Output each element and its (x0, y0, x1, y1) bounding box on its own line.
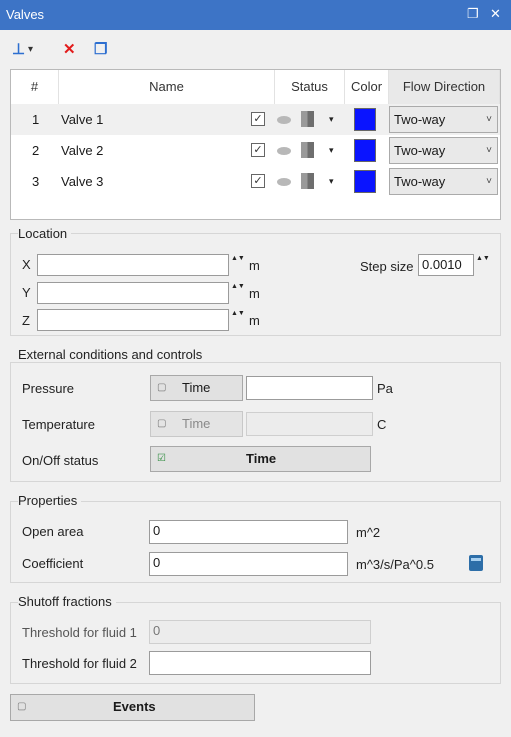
restore-icon[interactable]: ❐ (467, 6, 479, 22)
onoff-time-label: Time (246, 451, 277, 466)
step-size-label: Step size (360, 259, 414, 274)
status-dropdown-icon[interactable]: ▾ (329, 176, 334, 187)
chevron-down-icon: ˅ (486, 176, 492, 187)
valves-table: # Name Status Color Flow Direction 1 Val… (10, 69, 501, 220)
flow-direction-select[interactable]: Two-way ˅ (389, 168, 498, 195)
x-unit: m (249, 258, 260, 273)
status-dropdown-icon[interactable]: ▾ (329, 114, 334, 125)
open-area-label: Open area (22, 524, 84, 539)
table-row[interactable]: 3 Valve 3 ✓ ▾ Two-way ˅ (11, 166, 500, 197)
pressure-input[interactable] (246, 376, 373, 400)
cube-icon[interactable] (301, 111, 314, 127)
eye-icon[interactable] (277, 147, 291, 155)
flow-direction-select[interactable]: Two-way ˅ (389, 106, 498, 133)
copy-icon[interactable]: ❐ (94, 40, 107, 60)
add-dropdown-arrow-icon[interactable]: ▾ (28, 40, 33, 60)
onoff-time-button[interactable]: ☑ Time (150, 446, 371, 472)
pressure-unit: Pa (377, 381, 393, 396)
temperature-unit: C (377, 417, 387, 432)
window-titlebar: Valves ❐ ✕ (0, 0, 511, 30)
x-label: X (22, 257, 31, 272)
eye-icon[interactable] (277, 116, 291, 124)
onoff-status-label: On/Off status (22, 453, 99, 468)
cube-icon[interactable] (301, 142, 314, 158)
temperature-time-label: Time (182, 416, 211, 431)
flow-direction-value: Two-way (394, 112, 446, 127)
flow-direction-value: Two-way (394, 174, 446, 189)
temperature-time-button[interactable]: ▢ Time (150, 411, 243, 437)
z-unit: m (249, 313, 260, 328)
fluid2-label: Threshold for fluid 2 (22, 656, 137, 671)
location-title: Location (18, 226, 72, 241)
chevron-down-icon: ˅ (486, 114, 492, 125)
checkbox-icon: ▢ (17, 701, 27, 712)
z-input[interactable] (37, 309, 229, 331)
open-area-input[interactable]: 0 (149, 520, 348, 544)
y-spin-buttons[interactable]: ▲▼ (231, 282, 245, 304)
x-input[interactable] (37, 254, 229, 276)
flow-direction-select[interactable]: Two-way ˅ (389, 137, 498, 164)
row-index: 2 (32, 143, 40, 158)
visibility-checkbox[interactable]: ✓ (251, 143, 265, 157)
window-title: Valves (6, 7, 45, 22)
table-row[interactable]: 1 Valve 1 ✓ ▾ Two-way ˅ (11, 104, 500, 135)
calculator-icon[interactable] (469, 555, 483, 571)
temperature-input[interactable] (246, 412, 373, 436)
step-size-spin-buttons[interactable]: ▲▼ (476, 254, 490, 276)
coefficient-label: Coefficient (22, 556, 84, 571)
flow-direction-value: Two-way (394, 143, 446, 158)
shutoff-fractions-title: Shutoff fractions (18, 594, 116, 609)
row-name[interactable]: Valve 2 (61, 135, 103, 166)
color-swatch[interactable] (354, 139, 376, 162)
external-conditions-title: External conditions and controls (18, 347, 207, 362)
checkbox-icon: ▢ (157, 382, 167, 393)
step-size-input[interactable]: 0.0010 (418, 254, 474, 276)
events-button[interactable]: ▢ Events (10, 694, 255, 721)
pressure-time-label: Time (182, 380, 211, 395)
status-dropdown-icon[interactable]: ▾ (329, 145, 334, 156)
table-row[interactable]: 2 Valve 2 ✓ ▾ Two-way ˅ (11, 135, 500, 166)
color-swatch[interactable] (354, 108, 376, 131)
visibility-checkbox[interactable]: ✓ (251, 112, 265, 126)
header-color[interactable]: Color (345, 70, 389, 104)
temperature-label: Temperature (22, 417, 95, 432)
pressure-label: Pressure (22, 381, 75, 396)
row-name[interactable]: Valve 1 (61, 104, 103, 135)
z-spin-buttons[interactable]: ▲▼ (231, 309, 245, 331)
header-name[interactable]: Name (59, 70, 275, 104)
visibility-checkbox[interactable]: ✓ (251, 174, 265, 188)
y-label: Y (22, 285, 31, 300)
z-label: Z (22, 313, 30, 328)
events-label: Events (113, 699, 156, 714)
coefficient-unit: m^3/s/Pa^0.5 (356, 557, 434, 572)
add-valve-icon[interactable]: ⊥ (12, 40, 25, 60)
y-unit: m (249, 286, 260, 301)
chevron-down-icon: ˅ (486, 145, 492, 156)
header-status[interactable]: Status (275, 70, 345, 104)
open-area-unit: m^2 (356, 525, 381, 540)
row-index: 3 (32, 174, 40, 189)
properties-title: Properties (18, 493, 82, 508)
y-input[interactable] (37, 282, 229, 304)
checked-checkbox-icon: ☑ (157, 453, 166, 464)
row-index: 1 (32, 112, 40, 127)
header-index[interactable]: # (11, 70, 59, 104)
cube-icon[interactable] (301, 173, 314, 189)
close-icon[interactable]: ✕ (490, 6, 501, 22)
delete-icon[interactable]: ✕ (63, 40, 76, 60)
x-spin-buttons[interactable]: ▲▼ (231, 254, 245, 276)
pressure-time-button[interactable]: ▢ Time (150, 375, 243, 401)
fluid2-input[interactable] (149, 651, 371, 675)
fluid1-input[interactable]: 0 (149, 620, 371, 644)
coefficient-input[interactable]: 0 (149, 552, 348, 576)
header-flow-direction[interactable]: Flow Direction (389, 70, 500, 104)
checkbox-icon: ▢ (157, 418, 167, 429)
row-name[interactable]: Valve 3 (61, 166, 103, 197)
fluid1-label: Threshold for fluid 1 (22, 625, 137, 640)
color-swatch[interactable] (354, 170, 376, 193)
eye-icon[interactable] (277, 178, 291, 186)
